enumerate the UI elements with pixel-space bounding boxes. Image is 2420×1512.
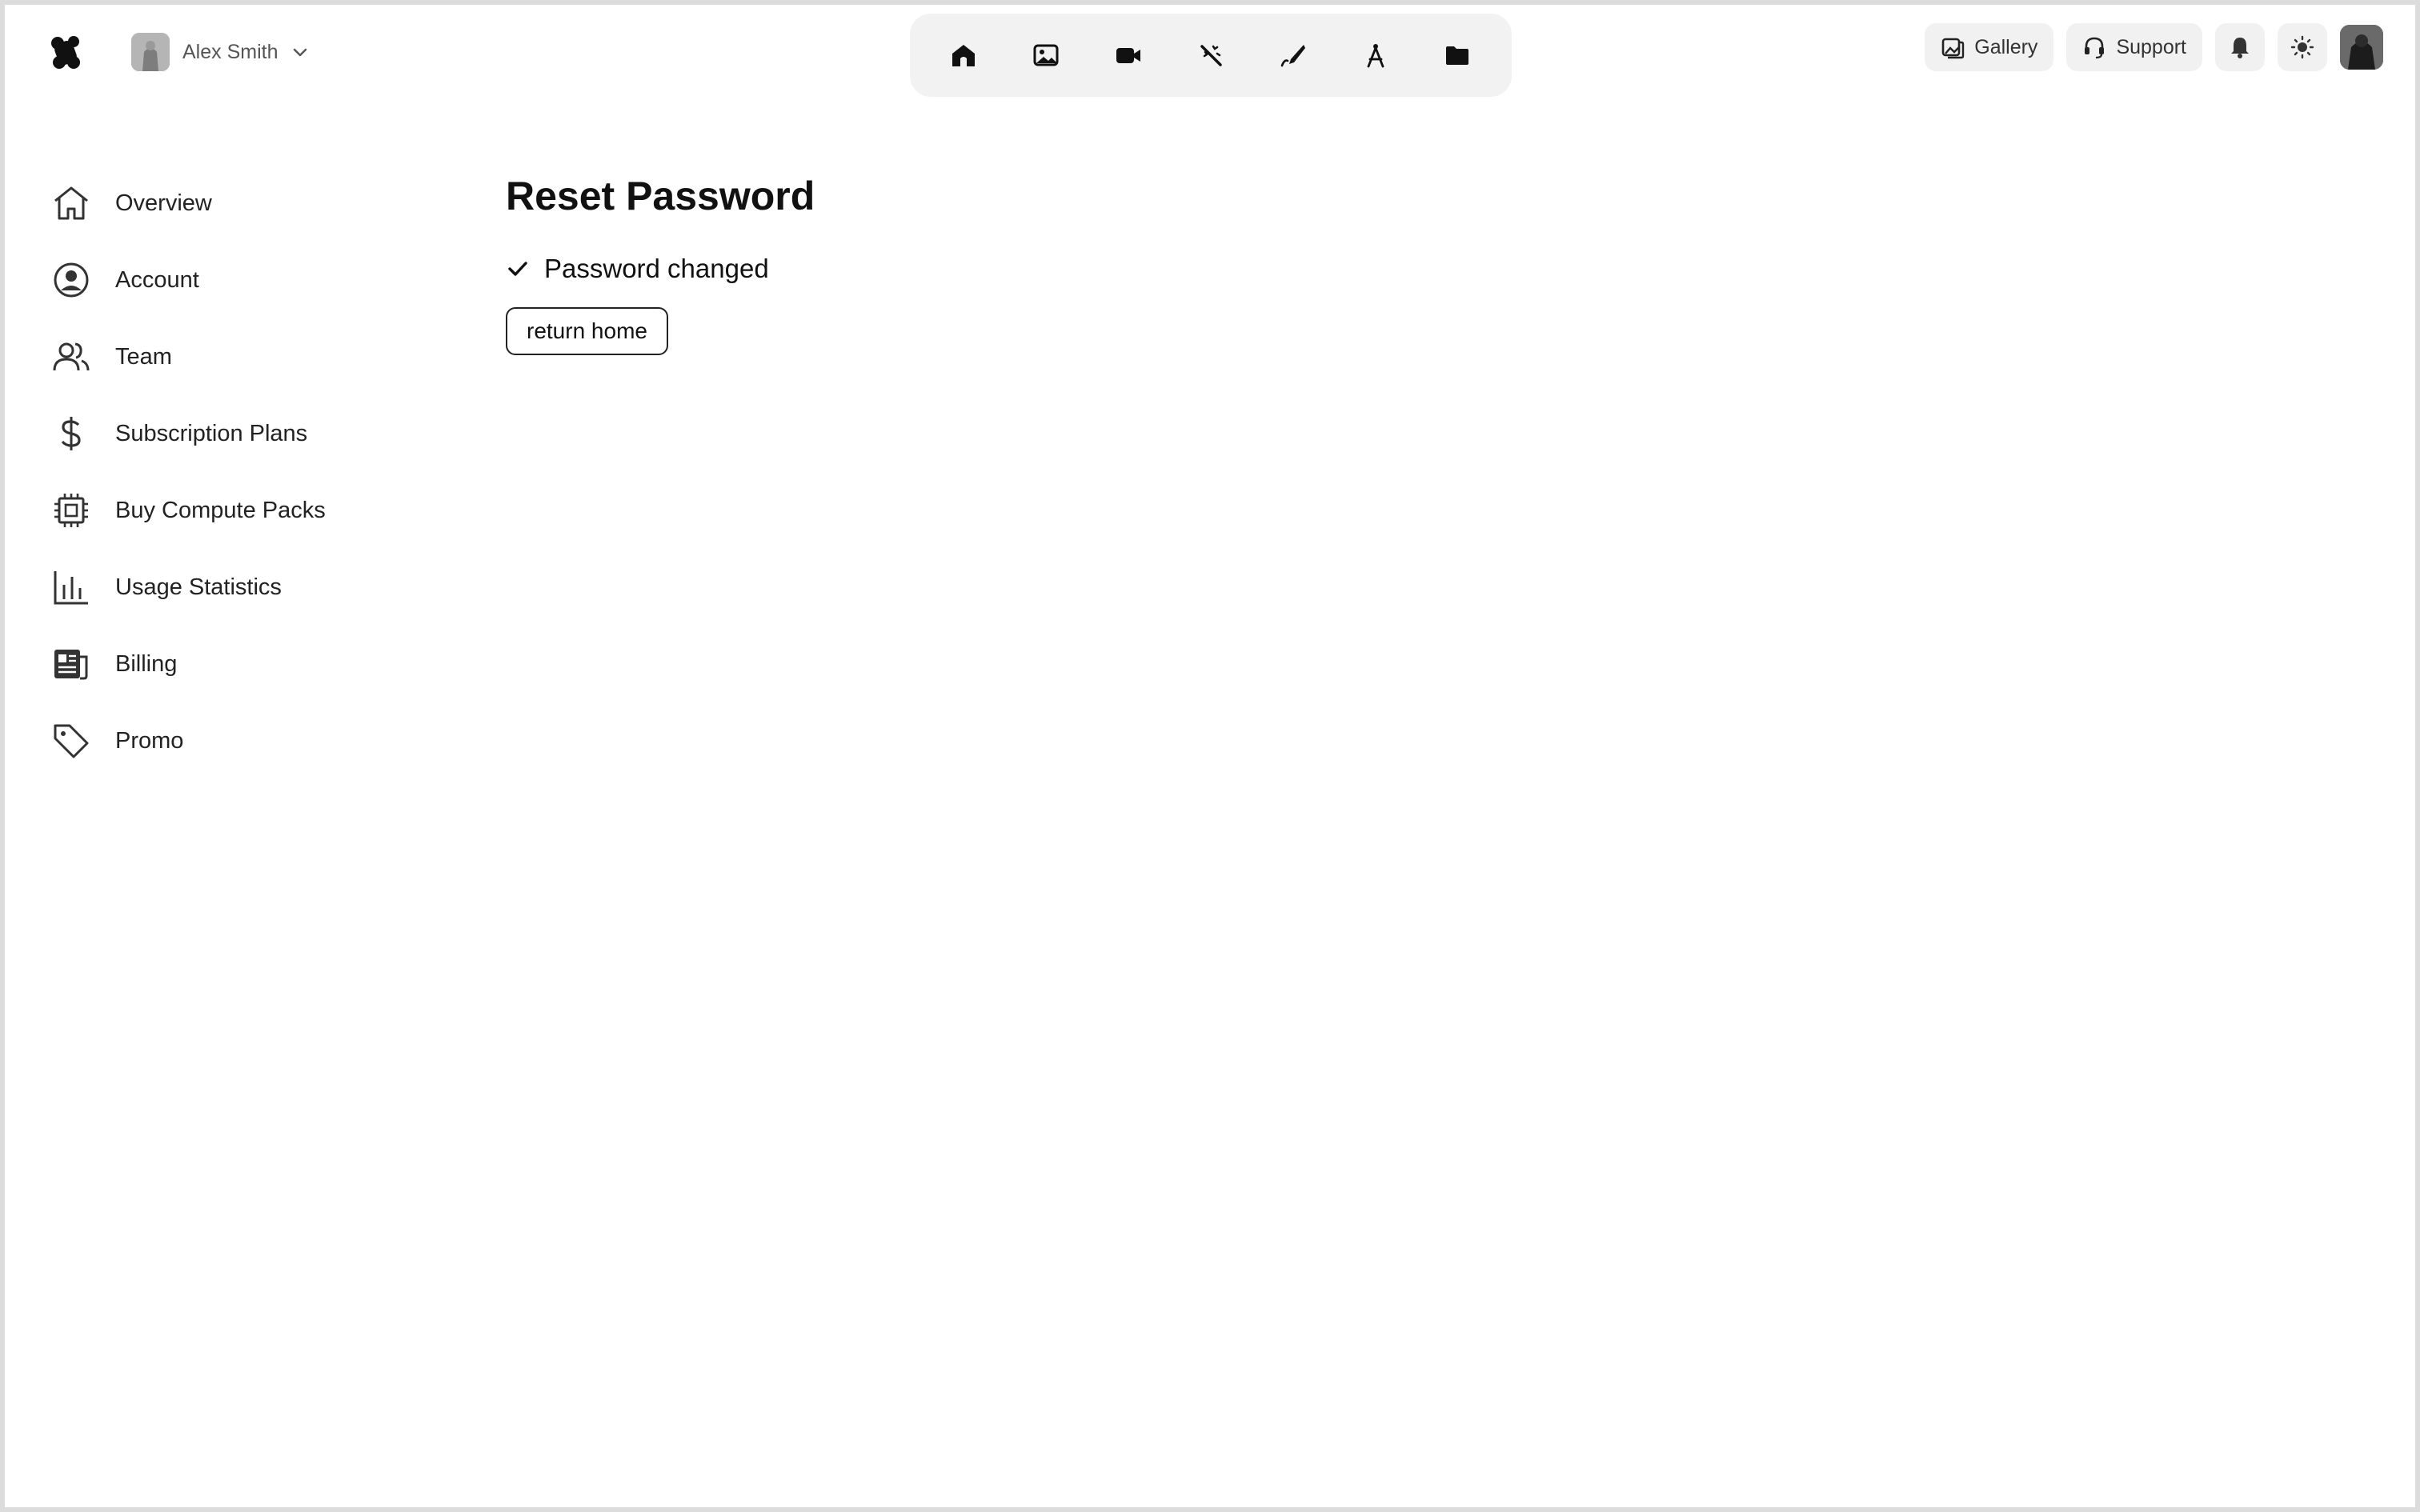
main-content: Reset Password Password changed return h… bbox=[506, 165, 815, 355]
video-tool-button[interactable] bbox=[1096, 23, 1160, 87]
theme-toggle-button[interactable] bbox=[2278, 23, 2327, 71]
home-icon bbox=[952, 45, 976, 66]
bar-chart-icon bbox=[54, 571, 88, 605]
profile-name: Alex Smith bbox=[182, 40, 278, 63]
user-circle-icon bbox=[54, 262, 89, 298]
cpu-icon bbox=[54, 494, 88, 527]
home-tool-button[interactable] bbox=[932, 23, 996, 87]
chevron-down-icon bbox=[294, 48, 307, 57]
header-actions: Gallery Support bbox=[1925, 22, 2383, 72]
sidebar-item-team[interactable]: Team bbox=[51, 318, 326, 395]
sidebar-item-label: Billing bbox=[115, 650, 178, 677]
sidebar-item-label: Account bbox=[115, 266, 199, 293]
app-window: Alex Smith Gallery Support Overview Acco… bbox=[5, 5, 2415, 1507]
sidebar-item-promo[interactable]: Promo bbox=[51, 702, 326, 779]
magic-wand-icon bbox=[1200, 45, 1222, 66]
home-outline-icon bbox=[54, 186, 88, 220]
page-title: Reset Password bbox=[506, 174, 815, 218]
users-icon bbox=[53, 342, 90, 371]
video-icon bbox=[1116, 48, 1141, 63]
tool-switcher bbox=[910, 14, 1512, 97]
sidebar-item-usage-statistics[interactable]: Usage Statistics bbox=[51, 549, 326, 626]
edit-tool-button[interactable] bbox=[1179, 23, 1243, 87]
sidebar-item-account[interactable]: Account bbox=[51, 242, 326, 318]
status-message: Password changed bbox=[506, 246, 815, 291]
sidebar-item-billing[interactable]: Billing bbox=[51, 626, 326, 702]
sidebar-item-compute-packs[interactable]: Buy Compute Packs bbox=[51, 472, 326, 549]
support-button[interactable]: Support bbox=[2066, 23, 2202, 71]
sidebar-item-overview[interactable]: Overview bbox=[51, 165, 326, 242]
sidebar-item-label: Subscription Plans bbox=[115, 420, 308, 446]
profile-switcher[interactable]: Alex Smith bbox=[131, 32, 310, 72]
gallery-label: Gallery bbox=[1974, 35, 2038, 58]
design-tool-button[interactable] bbox=[1344, 23, 1408, 87]
dollar-icon bbox=[61, 417, 81, 450]
brush-icon bbox=[1280, 45, 1305, 67]
gallery-icon bbox=[1941, 38, 1965, 59]
gallery-button[interactable]: Gallery bbox=[1925, 23, 2054, 71]
sidebar: Overview Account Team Subscription Plans… bbox=[51, 165, 326, 779]
notifications-button[interactable] bbox=[2215, 23, 2265, 71]
draw-tool-button[interactable] bbox=[1261, 23, 1325, 87]
sidebar-item-subscription-plans[interactable]: Subscription Plans bbox=[51, 395, 326, 472]
sidebar-item-label: Promo bbox=[115, 727, 184, 754]
bell-icon bbox=[2231, 38, 2249, 58]
sidebar-item-label: Buy Compute Packs bbox=[115, 497, 326, 523]
sidebar-item-label: Usage Statistics bbox=[115, 574, 282, 600]
image-icon bbox=[1033, 44, 1059, 66]
checkmark-icon bbox=[508, 262, 527, 276]
image-tool-button[interactable] bbox=[1014, 23, 1078, 87]
files-tool-button[interactable] bbox=[1425, 23, 1489, 87]
avatar bbox=[131, 33, 170, 71]
sun-icon bbox=[2290, 35, 2314, 59]
compass-icon bbox=[1367, 44, 1384, 68]
sidebar-item-label: Overview bbox=[115, 190, 212, 216]
support-label: Support bbox=[2116, 35, 2186, 58]
headset-icon bbox=[2085, 37, 2105, 59]
status-text: Password changed bbox=[544, 254, 769, 283]
user-avatar-button[interactable] bbox=[2340, 25, 2383, 70]
receipt-icon bbox=[54, 650, 88, 680]
return-home-button[interactable]: return home bbox=[506, 307, 668, 355]
folder-icon bbox=[1446, 46, 1469, 65]
app-logo[interactable] bbox=[50, 35, 82, 70]
tag-icon bbox=[54, 724, 89, 758]
sidebar-item-label: Team bbox=[115, 343, 172, 370]
